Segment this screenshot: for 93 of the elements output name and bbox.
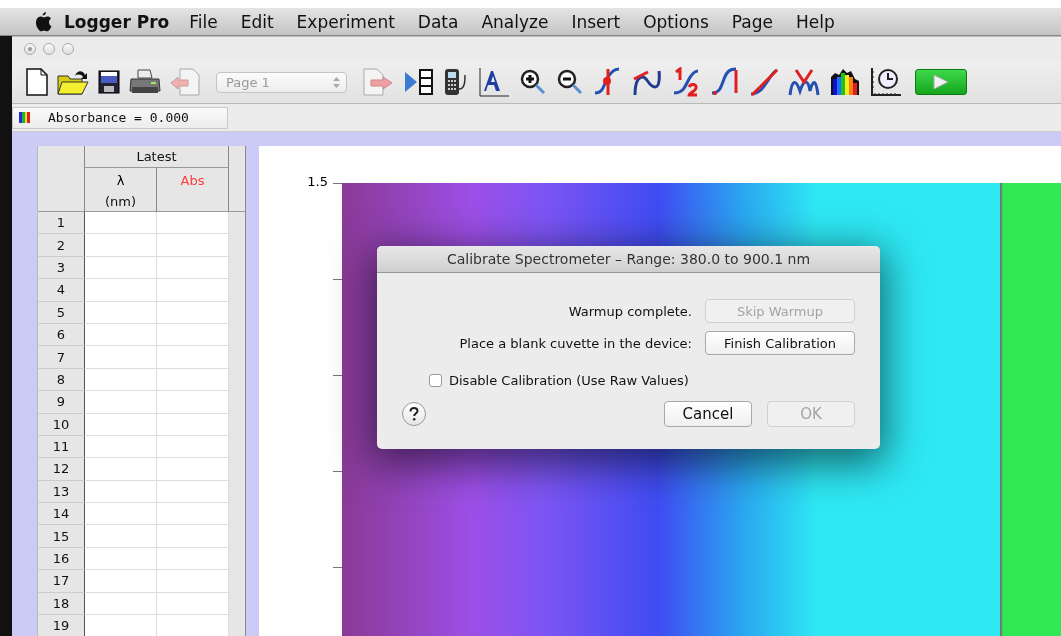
- table-cell[interactable]: [157, 234, 229, 257]
- table-cell[interactable]: [85, 592, 157, 616]
- column-unit: (nm): [104, 193, 136, 211]
- table-cell[interactable]: [85, 301, 157, 324]
- axis-tick: [333, 183, 342, 184]
- checkbox[interactable]: [429, 374, 442, 387]
- axis-tick: [333, 375, 342, 376]
- rainbow-histogram-icon[interactable]: [829, 67, 861, 97]
- question-mark-icon: [409, 407, 419, 421]
- play-table-icon[interactable]: [404, 68, 434, 96]
- spectrum-icon: [19, 112, 30, 123]
- table-corner-cell: [38, 146, 85, 212]
- table-cell[interactable]: [157, 301, 229, 324]
- half-fraction-curve-icon[interactable]: [671, 67, 701, 97]
- menu-item[interactable]: Analyze: [481, 11, 549, 32]
- instruction-text: Warmup complete.: [568, 303, 692, 319]
- zoom-in-icon[interactable]: [519, 68, 547, 96]
- table-cell[interactable]: [157, 547, 229, 571]
- open-folder-icon[interactable]: [57, 68, 89, 96]
- table-cell[interactable]: [85, 458, 157, 481]
- table-cell[interactable]: [157, 368, 229, 392]
- table-cell[interactable]: [157, 279, 229, 302]
- next-page-icon[interactable]: [363, 68, 395, 96]
- table-cell[interactable]: [85, 256, 157, 280]
- table-cell[interactable]: [157, 458, 229, 481]
- integral-area-icon[interactable]: [710, 67, 740, 97]
- table-cell[interactable]: [157, 570, 229, 593]
- app-name-menu[interactable]: Logger Pro: [64, 11, 170, 32]
- menu-item[interactable]: Edit: [240, 11, 274, 32]
- table-cell[interactable]: [85, 212, 157, 235]
- menu-item[interactable]: Insert: [571, 11, 621, 32]
- table-cell[interactable]: [157, 323, 229, 347]
- axis-tick: [333, 471, 342, 472]
- dialog-title: Calibrate Spectrometer – Range: 380.0 to 900.1 nm: [377, 246, 880, 273]
- checkbox-label[interactable]: Disable Calibration (Use Raw Values): [449, 373, 689, 388]
- column-group-heading: Latest: [85, 146, 229, 168]
- close-button[interactable]: [24, 43, 36, 55]
- table-cell[interactable]: [85, 480, 157, 504]
- table-cell[interactable]: [157, 346, 229, 369]
- help-button[interactable]: [402, 402, 426, 426]
- column-symbol: λ: [116, 172, 125, 190]
- y-axis-label: 1.5: [307, 174, 328, 189]
- table-cell[interactable]: [85, 615, 157, 636]
- menu-item[interactable]: Experiment: [296, 11, 395, 32]
- table-cell[interactable]: [157, 212, 229, 235]
- table-cell[interactable]: [85, 413, 157, 436]
- menu-item[interactable]: Data: [417, 11, 459, 32]
- meter-reading: Absorbance = 0.000: [48, 110, 189, 125]
- menu-item[interactable]: File: [189, 11, 218, 32]
- collect-button[interactable]: [915, 69, 967, 95]
- table-cell[interactable]: [85, 323, 157, 347]
- table-cell[interactable]: [85, 346, 157, 369]
- minimize-button[interactable]: [43, 43, 55, 55]
- new-document-icon[interactable]: [26, 68, 48, 96]
- menu-item[interactable]: Page: [731, 11, 773, 32]
- table-cell[interactable]: [157, 503, 229, 526]
- table-cell[interactable]: [157, 615, 229, 636]
- printer-icon[interactable]: [129, 69, 161, 95]
- apple-logo-icon[interactable]: [34, 11, 52, 32]
- axis-tick: [333, 567, 342, 568]
- previous-page-icon[interactable]: [170, 68, 200, 96]
- table-cell[interactable]: [85, 368, 157, 392]
- table-cell[interactable]: [85, 503, 157, 526]
- dialog-button[interactable]: Cancel: [664, 401, 752, 427]
- table-cell[interactable]: [85, 391, 157, 414]
- table-cell[interactable]: [157, 592, 229, 616]
- table-cell[interactable]: [157, 435, 229, 459]
- instruction-text: Place a blank cuvette in the device:: [459, 335, 692, 351]
- play-icon: [933, 74, 949, 90]
- table-cell[interactable]: [157, 256, 229, 280]
- handheld-device-icon[interactable]: [443, 67, 469, 97]
- menu-item[interactable]: Help: [795, 11, 835, 32]
- menu-item[interactable]: Options: [643, 11, 709, 32]
- table-cell[interactable]: [85, 525, 157, 548]
- table-cell[interactable]: [157, 413, 229, 436]
- table-cell[interactable]: [85, 435, 157, 459]
- table-cell[interactable]: [85, 570, 157, 593]
- stepper-arrows-icon: [333, 76, 340, 88]
- table-cell[interactable]: [85, 234, 157, 257]
- table-cell[interactable]: [157, 391, 229, 414]
- table-cell[interactable]: [85, 547, 157, 571]
- letter-a-axes-icon[interactable]: [478, 67, 510, 97]
- table-cell[interactable]: [85, 279, 157, 302]
- clock-axes-icon[interactable]: [870, 67, 902, 97]
- table-cell[interactable]: [157, 525, 229, 548]
- dialog-button[interactable]: Finish Calibration: [705, 331, 855, 355]
- zoom-out-icon[interactable]: [556, 68, 584, 96]
- axis-tick: [333, 279, 342, 280]
- table-cell[interactable]: [157, 480, 229, 504]
- zoom-button[interactable]: [62, 43, 74, 55]
- linear-fit-icon[interactable]: [749, 67, 779, 97]
- column-symbol: Abs: [180, 172, 205, 190]
- peak-curve-icon[interactable]: [788, 67, 820, 97]
